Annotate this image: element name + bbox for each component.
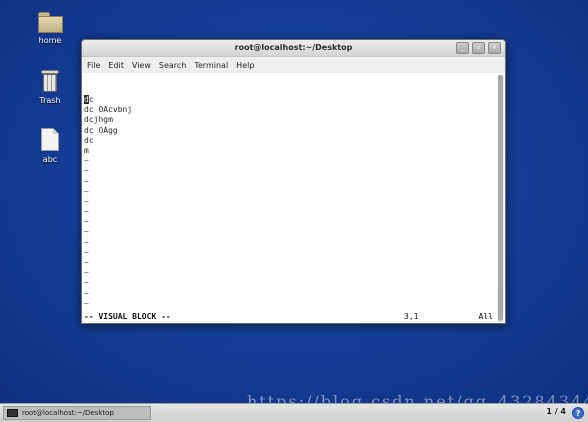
vim-status-line: -- VISUAL BLOCK -- 3,1 All — [84, 312, 493, 322]
taskbar-window-label: root@localhost:~/Desktop — [22, 409, 114, 417]
desktop: home Trash abc root@localhost:~/Desktop … — [0, 0, 588, 404]
folder-icon — [38, 12, 63, 33]
menu-file[interactable]: File — [87, 61, 100, 70]
editor-line: dc — [84, 95, 494, 105]
editor-line: dc OAcvbnj — [84, 105, 133, 115]
help-icon[interactable]: ? — [572, 407, 584, 419]
close-button[interactable]: × — [488, 42, 501, 54]
trash-icon — [41, 70, 59, 92]
empty-line-marker: ~ — [84, 166, 89, 176]
window-titlebar[interactable]: root@localhost:~/Desktop _ ▫ × — [82, 40, 505, 57]
minimize-button[interactable]: _ — [456, 42, 469, 54]
menu-bar: File Edit View Search Terminal Help — [82, 57, 505, 74]
empty-line-marker: ~ — [84, 298, 89, 308]
editor-line: dc OAgg — [84, 125, 118, 135]
empty-line-marker: ~ — [84, 288, 89, 298]
maximize-button[interactable]: ▫ — [472, 42, 485, 54]
cursor-position: 3,1 — [404, 312, 419, 321]
empty-line-marker: ~ — [84, 258, 89, 267]
menu-search[interactable]: Search — [159, 61, 186, 70]
taskbar-window-button[interactable]: root@localhost:~/Desktop — [3, 406, 151, 420]
editor-line: dc — [84, 135, 94, 145]
empty-line-marker: ~ — [84, 196, 89, 206]
taskbar: root@localhost:~/Desktop 1 / 4 ? — [0, 403, 588, 422]
empty-line-marker: ~ — [84, 247, 89, 257]
empty-line-marker: ~ — [84, 186, 89, 196]
menu-edit[interactable]: Edit — [108, 61, 124, 70]
editor-line: dcjhgm — [84, 115, 113, 125]
empty-line-marker: ~ — [84, 268, 89, 278]
mode-indicator: -- VISUAL BLOCK -- — [84, 312, 171, 321]
terminal-window[interactable]: root@localhost:~/Desktop _ ▫ × File Edit… — [81, 39, 506, 324]
desktop-icon-abc[interactable]: abc — [20, 128, 80, 164]
desktop-icon-label: Trash — [39, 96, 61, 105]
terminal-area[interactable]: dc dc OAcvbnj dcjhgm dc OAgg dc m ~ ~ ~ … — [82, 73, 505, 323]
desktop-icon-label: abc — [42, 155, 58, 164]
scrollbar[interactable] — [497, 74, 504, 322]
menu-help[interactable]: Help — [236, 61, 254, 70]
empty-line-marker: ~ — [84, 176, 89, 186]
desktop-icon-home[interactable]: home — [20, 12, 80, 45]
menu-view[interactable]: View — [132, 61, 151, 70]
scrollbar-thumb[interactable] — [498, 75, 503, 321]
editor-line-text: c — [88, 95, 94, 104]
window-title: root@localhost:~/Desktop — [234, 43, 353, 52]
scroll-percent: All — [478, 312, 493, 321]
empty-line-marker: ~ — [84, 217, 89, 227]
menu-terminal[interactable]: Terminal — [194, 61, 228, 70]
empty-line-marker: ~ — [84, 278, 89, 288]
text-file-icon — [41, 128, 59, 151]
editor-text: dc dc OAcvbnj dcjhgm dc OAgg dc m ~ ~ ~ … — [84, 95, 494, 309]
empty-line-marker: ~ — [84, 156, 89, 166]
empty-line-marker: ~ — [84, 207, 89, 217]
desktop-icon-label: home — [38, 36, 62, 45]
empty-line-marker: ~ — [84, 227, 89, 237]
workspace-switcher[interactable]: 1 / 4 — [546, 407, 566, 416]
empty-line-marker: ~ — [84, 237, 89, 247]
desktop-icon-trash[interactable]: Trash — [20, 70, 80, 105]
editor-line: m — [84, 145, 89, 155]
terminal-icon — [7, 409, 18, 417]
